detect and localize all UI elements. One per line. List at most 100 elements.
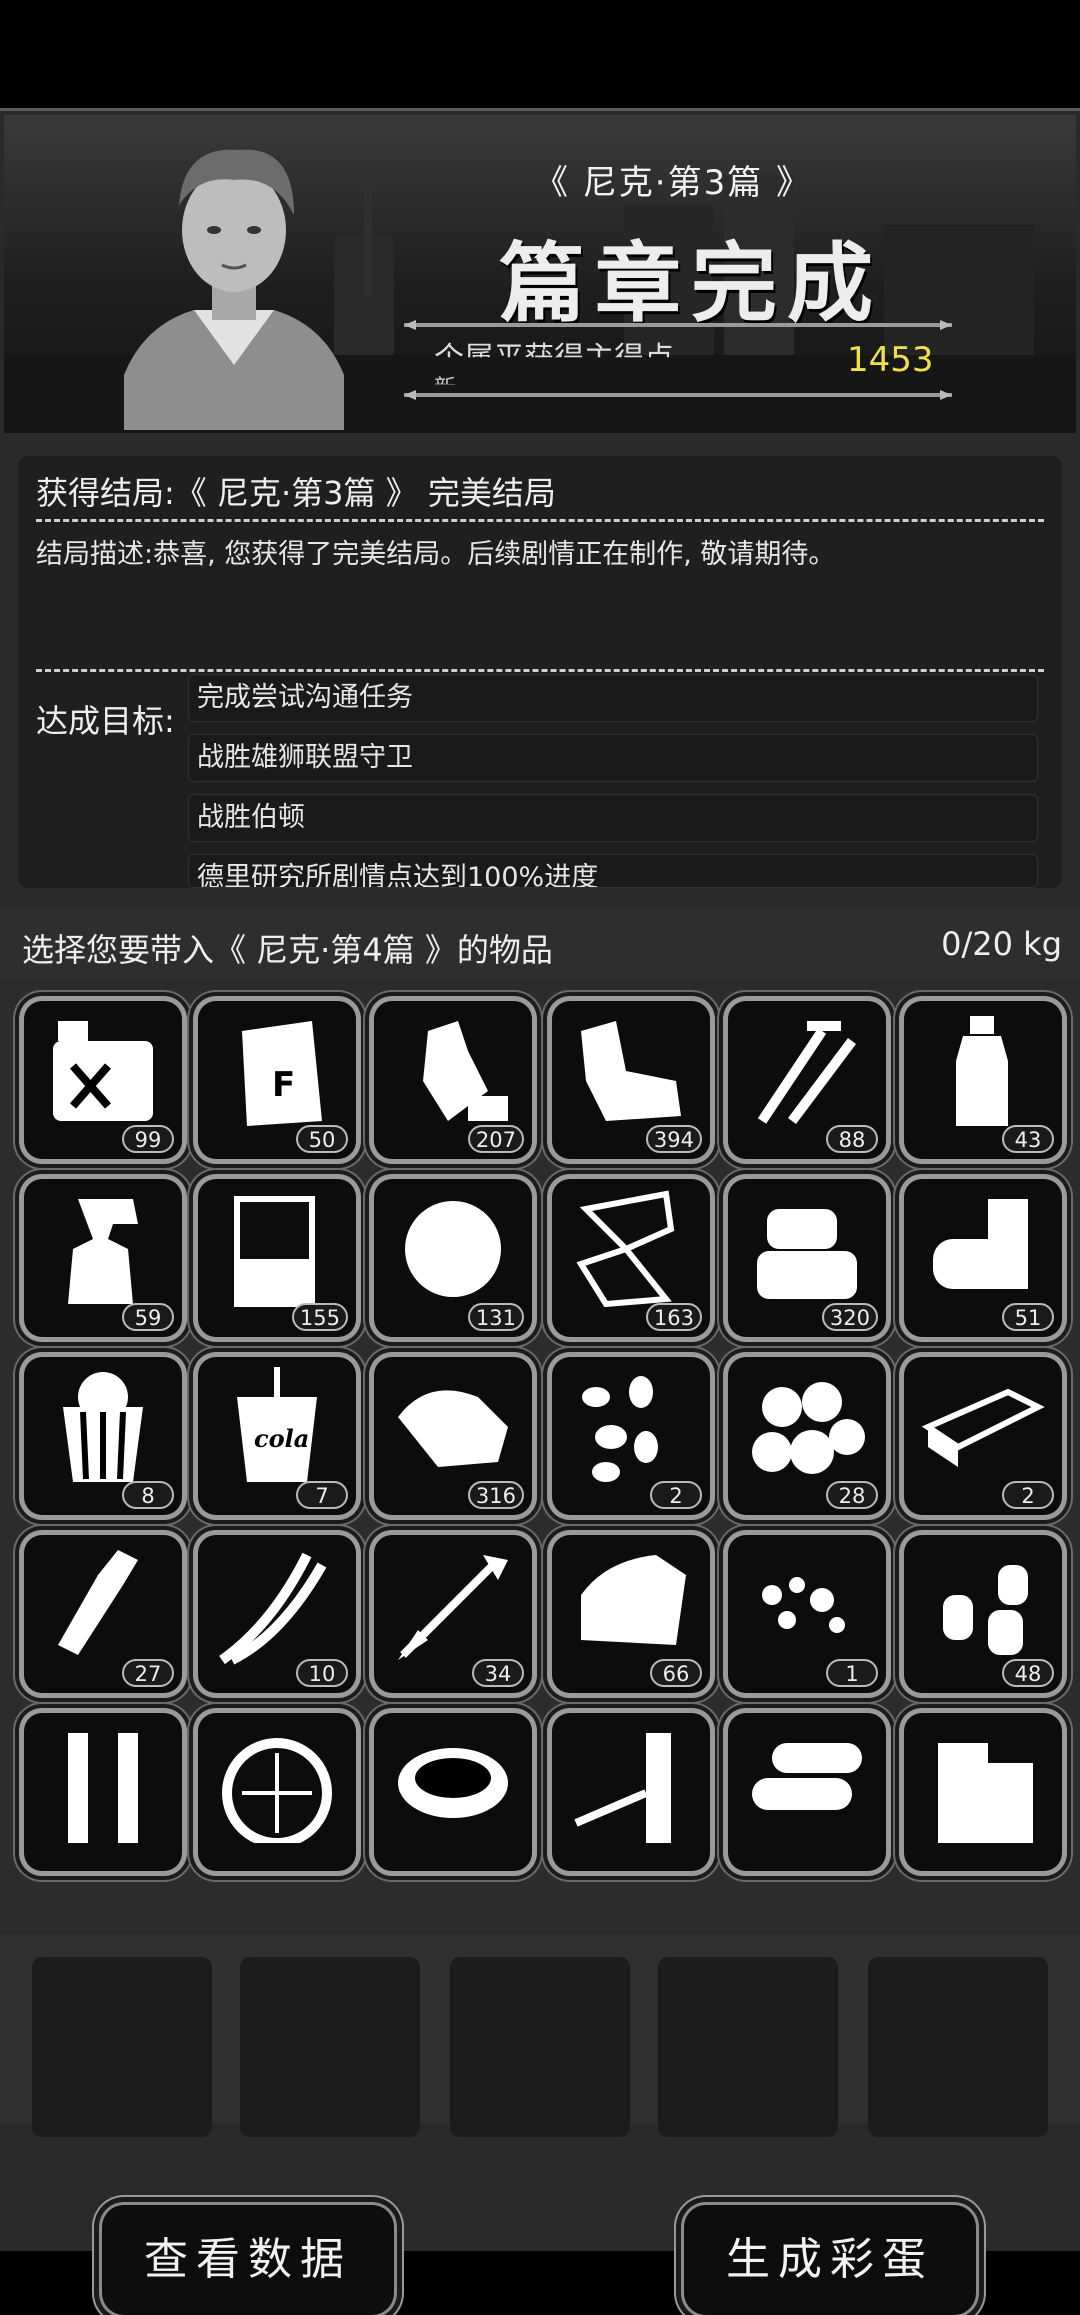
ornament-bar-top xyxy=(404,320,952,330)
item-tile[interactable]: 51 xyxy=(904,1179,1062,1337)
divider xyxy=(36,669,1044,672)
item-tile[interactable] xyxy=(552,1713,710,1871)
view-data-button[interactable]: 查看数据 xyxy=(102,2205,394,2315)
item-tile[interactable] xyxy=(904,1713,1062,1871)
arrow-icon xyxy=(398,1555,508,1660)
carry-slot[interactable] xyxy=(240,1957,420,2137)
item-tile[interactable]: 99 xyxy=(24,1001,182,1159)
item-count: 28 xyxy=(826,1481,878,1509)
pot-icon xyxy=(398,1748,508,1818)
item-tile[interactable]: 394 xyxy=(552,1001,710,1159)
goal-item: 完成尝试沟通任务 xyxy=(188,674,1038,722)
item-tile[interactable]: 131 xyxy=(374,1179,532,1337)
item-count: 88 xyxy=(826,1125,878,1153)
item-tile[interactable]: 59 xyxy=(24,1179,182,1337)
item-tile[interactable]: 2 xyxy=(904,1357,1062,1515)
item-count: 2 xyxy=(650,1481,702,1509)
item-tile[interactable]: 8 xyxy=(24,1357,182,1515)
nails-icon xyxy=(757,1021,856,1124)
svg-text:cola: cola xyxy=(254,1424,309,1453)
item-count: 155 xyxy=(291,1303,348,1331)
carry-slot[interactable] xyxy=(450,1957,630,2137)
item-tile[interactable]: 2 xyxy=(552,1357,710,1515)
item-tile[interactable]: 28 xyxy=(728,1357,886,1515)
cola-cup-icon: cola xyxy=(237,1367,317,1482)
carry-slot[interactable] xyxy=(868,1957,1048,2137)
item-count: 48 xyxy=(1002,1659,1054,1687)
item-count: 8 xyxy=(122,1481,174,1509)
beaker-icon xyxy=(234,1196,315,1307)
goal-item: 德里研究所剧情点达到100%进度 xyxy=(188,854,1038,888)
battery-icon xyxy=(574,1733,671,1843)
item-count: 50 xyxy=(296,1125,348,1153)
item-tile[interactable]: 1 xyxy=(728,1535,886,1693)
score-value: 1453 xyxy=(847,340,934,380)
flour-bag-icon: F xyxy=(242,1021,322,1126)
item-tile[interactable]: 66 xyxy=(552,1535,710,1693)
ending-description: 结局描述:恭喜, 您获得了完美结局。后续剧情正在制作, 敬请期待。 xyxy=(36,539,836,570)
nick-portrait xyxy=(124,149,344,430)
item-tile[interactable] xyxy=(198,1713,356,1871)
item-tile[interactable]: 48 xyxy=(904,1535,1062,1693)
divider xyxy=(36,519,1044,522)
milk-bottle-icon xyxy=(58,1550,138,1655)
item-tile[interactable] xyxy=(728,1713,886,1871)
goal-item: 战胜雄狮联盟守卫 xyxy=(188,734,1038,782)
item-count: 131 xyxy=(467,1303,524,1331)
item-count: 51 xyxy=(1002,1303,1054,1331)
chapter-subtitle: 《 尼克·第3篇 》 xyxy=(534,163,813,203)
item-count: 163 xyxy=(645,1303,702,1331)
item-tile[interactable] xyxy=(374,1713,532,1871)
item-tile[interactable]: 88 xyxy=(728,1001,886,1159)
inventory-grid[interactable]: 99 F 50 207 394 88 43 59 155 131 163 320 51 8 cola 7 316… xyxy=(0,985,1080,1935)
spray-bottle-icon xyxy=(68,1199,138,1304)
ending-result: 获得结局:《 尼克·第3篇 》 完美结局 xyxy=(36,474,556,512)
goals-label: 达成目标: xyxy=(36,702,175,740)
item-tile[interactable]: 10 xyxy=(198,1535,356,1693)
goal-item: 战胜伯顿 xyxy=(188,794,1038,842)
item-count: 2 xyxy=(1002,1481,1054,1509)
green-onion-icon xyxy=(219,1552,327,1665)
water-bottle-icon xyxy=(956,1016,1008,1126)
cloth-rags-icon xyxy=(581,1021,681,1121)
glass-shards-icon xyxy=(576,1190,675,1308)
item-count: 207 xyxy=(467,1125,524,1153)
rubble-icon xyxy=(762,1577,845,1633)
item-count: 1 xyxy=(826,1659,878,1687)
item-tile[interactable]: F 50 xyxy=(198,1001,356,1159)
item-count: 43 xyxy=(1002,1125,1054,1153)
ornament-bar-bottom xyxy=(404,390,952,400)
item-count: 99 xyxy=(122,1125,174,1153)
carry-slot[interactable] xyxy=(658,1957,838,2137)
item-tile[interactable]: cola 7 xyxy=(198,1357,356,1515)
item-count: 7 xyxy=(296,1481,348,1509)
test-tubes-icon xyxy=(68,1733,138,1843)
item-count: 34 xyxy=(472,1659,524,1687)
item-tile[interactable] xyxy=(24,1713,182,1871)
canned-food-icon xyxy=(933,1199,1028,1289)
crushed-bottle-icon xyxy=(423,1021,508,1121)
item-tile[interactable]: 163 xyxy=(552,1179,710,1337)
ending-panel: 获得结局:《 尼克·第3篇 》 完美结局 结局描述:恭喜, 您获得了完美结局。后… xyxy=(18,456,1062,888)
svg-text:F: F xyxy=(272,1065,295,1105)
item-tile[interactable]: 155 xyxy=(198,1179,356,1337)
raw-meat-icon xyxy=(398,1390,508,1467)
potatoes-icon xyxy=(752,1382,865,1474)
item-tile[interactable]: 43 xyxy=(904,1001,1062,1159)
item-count: 316 xyxy=(467,1481,524,1509)
item-count: 27 xyxy=(122,1659,174,1687)
item-tile[interactable]: 34 xyxy=(374,1535,532,1693)
fiber-ball-icon xyxy=(405,1201,501,1297)
game-frame: 《 尼克·第3篇 》 篇章完成 个属平获得主得点 新 1453 获得结局:《 尼… xyxy=(0,108,1080,2315)
fuel-can-icon xyxy=(53,1021,153,1121)
item-tile[interactable]: 316 xyxy=(374,1357,532,1515)
bullets-icon xyxy=(943,1565,1028,1655)
item-count: 10 xyxy=(296,1659,348,1687)
carry-slot[interactable] xyxy=(32,1957,212,2137)
generate-easter-egg-button[interactable]: 生成彩蛋 xyxy=(684,2205,976,2315)
item-tile[interactable]: 320 xyxy=(728,1179,886,1337)
item-tile[interactable]: 27 xyxy=(24,1535,182,1693)
item-count: 59 xyxy=(122,1303,174,1331)
item-tile[interactable]: 207 xyxy=(374,1001,532,1159)
selection-label: 选择您要带入《 尼克·第4篇 》的物品 xyxy=(22,931,553,969)
